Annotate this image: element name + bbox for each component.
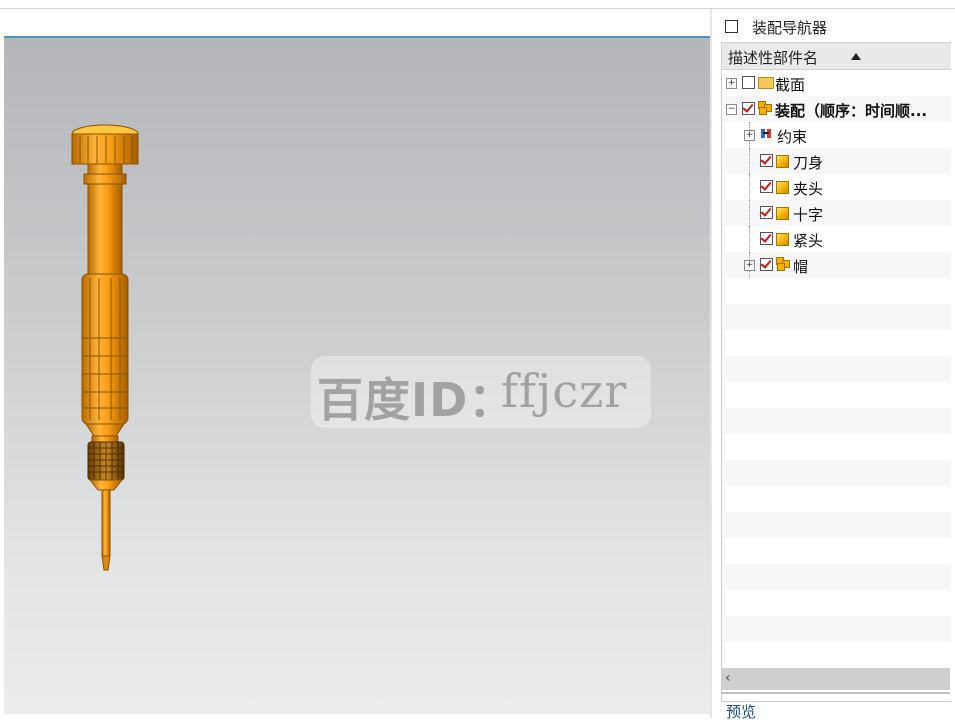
visibility-checkbox[interactable]: [760, 206, 773, 219]
tree-connector: [749, 174, 750, 200]
tree-row[interactable]: 夹头: [722, 174, 951, 201]
separator: [721, 692, 950, 694]
assembly-icon: [776, 257, 790, 271]
folder-icon: [758, 77, 774, 89]
empty-row: [722, 304, 951, 331]
empty-row: [722, 356, 951, 383]
empty-row: [722, 486, 951, 513]
graphics-viewport[interactable]: 百度ID： ffjczr: [4, 38, 710, 714]
navigator-tree: 描述性部件名 + 截面 − 装配（顺序：时间顺... + 约束 刀身 夹头 十字 紧头 + 帽: [721, 42, 951, 702]
scroll-left-icon[interactable]: ‹: [725, 670, 731, 686]
watermark: 百度ID： ffjczr: [311, 356, 651, 428]
part-icon: [776, 181, 789, 194]
tree-connector: [749, 226, 750, 252]
column-header-label: 描述性部件名: [728, 49, 819, 67]
empty-row: [722, 408, 951, 435]
horizontal-scrollbar[interactable]: ‹: [721, 668, 950, 690]
viewport-header: [4, 9, 710, 38]
tree-row[interactable]: + 截面: [722, 70, 951, 97]
column-header[interactable]: 描述性部件名: [722, 43, 951, 70]
empty-row: [722, 642, 951, 669]
tree-row[interactable]: + 约束: [722, 122, 951, 149]
visibility-checkbox[interactable]: [760, 154, 773, 167]
assembly-icon: [758, 101, 772, 115]
tree-row[interactable]: 紧头: [722, 226, 951, 253]
empty-row: [722, 278, 951, 305]
tree-row-label: 帽: [793, 258, 809, 276]
tree-row[interactable]: + 帽: [722, 252, 951, 279]
empty-row: [722, 564, 951, 591]
empty-row: [722, 590, 951, 617]
empty-row: [722, 434, 951, 461]
tree-row-label: 十字: [793, 206, 824, 224]
watermark-text-b: ffjczr: [501, 364, 628, 418]
part-icon: [776, 233, 789, 246]
assembly-navigator-panel: 装配导航器 描述性部件名 + 截面 − 装配（顺序：时间顺... + 约束刀身夹头十字紧头…: [714, 9, 955, 721]
preview-section-label[interactable]: 预览: [726, 701, 756, 722]
panel-title: 装配导航器: [752, 19, 828, 37]
expand-icon[interactable]: +: [744, 260, 755, 271]
tree-row-label: 夹头: [793, 180, 824, 198]
tree-connector: [749, 148, 750, 174]
visibility-checkbox[interactable]: [760, 180, 773, 193]
panel-title-bar: 装配导航器: [714, 9, 950, 41]
tree-row-label: 紧头: [793, 232, 824, 250]
watermark-text-a: 百度ID：: [317, 373, 516, 427]
tree-row-label: 装配（顺序：时间顺...: [775, 102, 928, 120]
part-icon: [776, 155, 789, 168]
visibility-checkbox[interactable]: [760, 258, 773, 271]
tree-row-label: 刀身: [793, 154, 824, 172]
sort-ascending-icon: [851, 53, 861, 60]
tree-row-label: 约束: [777, 128, 808, 146]
expand-icon[interactable]: +: [744, 130, 755, 141]
tree-row-label: 截面: [775, 76, 806, 94]
visibility-checkbox[interactable]: [742, 76, 755, 89]
top-strip: [0, 0, 955, 9]
empty-row: [722, 382, 951, 409]
visibility-checkbox[interactable]: [760, 232, 773, 245]
empty-row: [722, 330, 951, 357]
tree-row[interactable]: − 装配（顺序：时间顺...: [722, 96, 951, 123]
empty-row: [722, 512, 951, 539]
part-icon: [776, 207, 789, 220]
tree-row[interactable]: 十字: [722, 200, 951, 227]
expand-icon[interactable]: +: [726, 78, 737, 89]
empty-row: [722, 616, 951, 643]
tree-connector: [749, 200, 750, 226]
constraint-icon: [760, 127, 773, 140]
empty-row: [722, 538, 951, 565]
window-icon[interactable]: [725, 20, 738, 33]
tree-row[interactable]: 刀身: [722, 148, 951, 175]
visibility-checkbox[interactable]: [742, 102, 755, 115]
empty-row: [722, 460, 951, 487]
panel-divider[interactable]: [710, 9, 712, 718]
collapse-icon[interactable]: −: [726, 104, 737, 115]
